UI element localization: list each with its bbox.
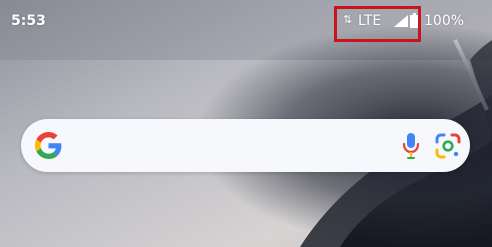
status-bar: 5:53 ⇅ LTE 100% bbox=[0, 0, 492, 42]
google-lens-icon[interactable] bbox=[435, 133, 461, 159]
google-g-icon[interactable] bbox=[35, 132, 62, 159]
status-clock: 5:53 bbox=[11, 13, 46, 29]
microphone-icon[interactable] bbox=[401, 132, 421, 160]
annotation-highlight-box bbox=[334, 6, 421, 42]
battery-percent: 100% bbox=[424, 13, 465, 29]
google-search-bar[interactable] bbox=[21, 119, 470, 172]
